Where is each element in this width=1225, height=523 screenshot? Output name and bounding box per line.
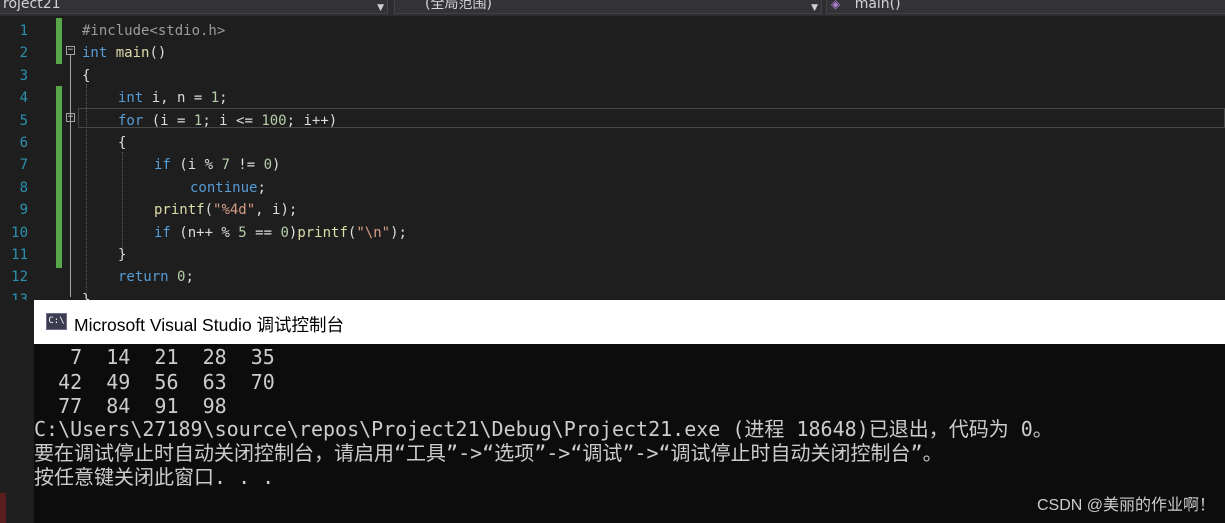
code-line-6: { [118, 135, 127, 151]
vs-window: { "nav": { "project": "roject21", "scope… [0, 0, 1225, 523]
console-output-line: 要在调试停止时自动关闭控制台，请启用“工具”->“选项”->“调试”->“调试停… [34, 441, 943, 465]
indent-guide [122, 152, 123, 250]
change-indicator [56, 86, 62, 268]
outline-line [70, 55, 71, 297]
navigation-bar: roject21 ▼ (全局范围) ▼ ◈ main() [0, 0, 1225, 16]
line-number: 10 [11, 224, 28, 241]
chevron-down-icon: ▼ [377, 3, 384, 13]
editor-left-margin [0, 300, 34, 523]
code-line-5: for (i = 1; i <= 100; i++) [118, 112, 338, 129]
line-number: 12 [11, 269, 28, 286]
collapse-toggle-icon[interactable]: − [66, 113, 75, 122]
code-line-8: continue; [190, 179, 266, 196]
line-number: 2 [19, 45, 28, 62]
line-number: 7 [19, 157, 28, 174]
code-editor[interactable]: 1 2 3 4 5 6 7 8 9 10 11 12 13 − − #inclu… [0, 16, 1225, 308]
line-number: 4 [19, 90, 28, 107]
line-number: 11 [11, 247, 28, 263]
console-output-line: C:\Users\27189\source\repos\Project21\De… [34, 417, 1053, 441]
line-number-gutter: 1 2 3 4 5 6 7 8 9 10 11 12 13 [0, 16, 34, 308]
line-number: 1 [19, 23, 28, 39]
preprocessor-directive: #include<stdio.h> [82, 23, 226, 39]
chevron-down-icon: ▼ [811, 3, 818, 13]
project-dropdown-label: roject21 [3, 0, 61, 12]
console-output-line: 7 14 21 28 35 [34, 345, 275, 369]
line-number: 3 [19, 67, 28, 84]
console-output-line: 按任意键关闭此窗口. . . [34, 465, 275, 489]
line-number: 8 [19, 179, 28, 196]
console-output-line: 77 84 91 98 [34, 394, 227, 418]
code-line-2: int main() [82, 45, 167, 62]
debug-console-window[interactable]: C:\ Microsoft Visual Studio 调试控制台 7 14 2… [34, 300, 1225, 523]
method-cube-icon: ◈ [831, 0, 841, 11]
member-dropdown[interactable]: ◈ main() [826, 0, 1225, 14]
scope-dropdown-label: (全局范围) [425, 0, 492, 12]
member-dropdown-label: main() [854, 0, 901, 12]
margin-marker [0, 493, 6, 523]
console-output-line: 42 49 56 63 70 [34, 370, 275, 394]
change-indicator [56, 18, 62, 64]
project-dropdown[interactable]: roject21 ▼ [0, 0, 388, 14]
code-line-12: return 0; [118, 269, 194, 286]
code-line-1: #include<stdio.h> [82, 20, 225, 42]
code-line-3: { [82, 67, 91, 84]
collapse-toggle-icon[interactable]: − [66, 46, 75, 55]
line-number: 5 [19, 112, 28, 129]
code-line-11: } [118, 247, 127, 263]
line-number: 9 [19, 202, 28, 219]
code-line-10: if (n++ % 5 == 0)printf("\n"); [154, 224, 407, 241]
console-title-bar[interactable]: C:\ Microsoft Visual Studio 调试控制台 [34, 300, 1225, 344]
watermark: CSDN @美丽的作业啊！ [1036, 497, 1215, 514]
code-line-4: int i, n = 1; [118, 90, 228, 107]
code-line-7: if (i % 7 != 0) [154, 157, 281, 174]
console-app-icon: C:\ [46, 313, 67, 330]
scope-dropdown[interactable]: (全局范围) ▼ [394, 0, 822, 14]
code-line-9: printf("%4d", i); [154, 202, 298, 219]
line-number: 6 [19, 135, 28, 151]
console-title: Microsoft Visual Studio 调试控制台 [74, 315, 345, 335]
